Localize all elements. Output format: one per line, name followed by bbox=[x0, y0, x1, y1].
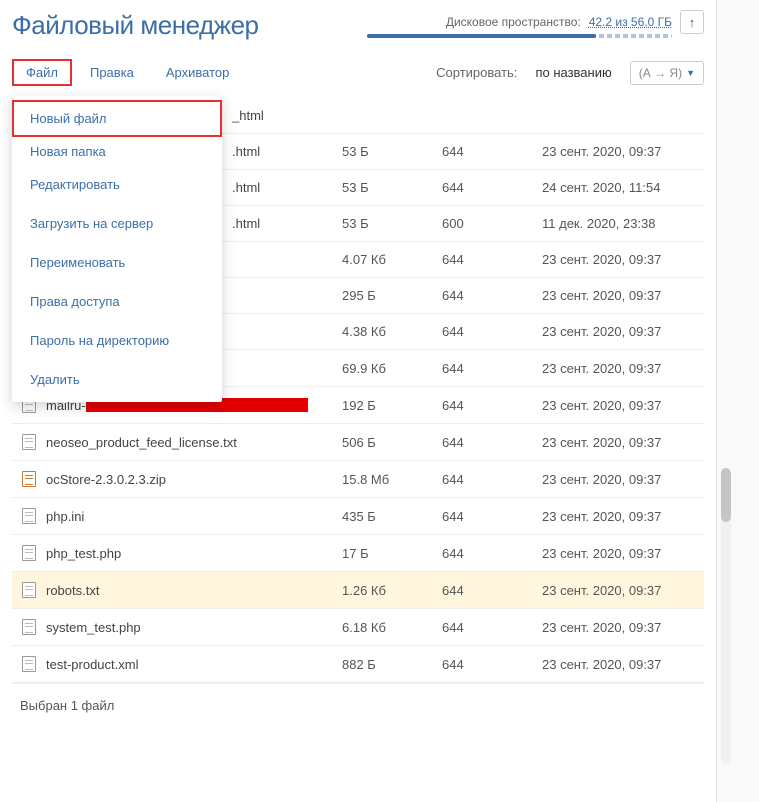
file-size: 53 Б bbox=[342, 216, 442, 231]
table-row[interactable]: test-product.xml882 Б64423 сент. 2020, 0… bbox=[12, 646, 704, 683]
file-permissions: 644 bbox=[442, 288, 542, 303]
menu-delete[interactable]: Удалить bbox=[12, 363, 222, 396]
file-date: 23 сент. 2020, 09:37 bbox=[542, 144, 704, 159]
file-size: 435 Б bbox=[342, 509, 442, 524]
file-name: ocStore-2.3.0.2.3.zip bbox=[46, 472, 342, 487]
file-icon bbox=[12, 508, 46, 524]
file-date: 23 сент. 2020, 09:37 bbox=[542, 657, 704, 672]
file-name: php_test.php bbox=[46, 546, 342, 561]
file-permissions: 644 bbox=[442, 620, 542, 635]
scrollbar-track[interactable] bbox=[721, 468, 731, 764]
disk-label: Дисковое пространство: bbox=[446, 15, 581, 29]
file-permissions: 644 bbox=[442, 252, 542, 267]
file-size: 882 Б bbox=[342, 657, 442, 672]
tab-file[interactable]: Файл bbox=[12, 59, 72, 86]
file-permissions: 600 bbox=[442, 216, 542, 231]
file-icon bbox=[12, 656, 46, 672]
file-size: 192 Б bbox=[342, 398, 442, 413]
sort-direction-select[interactable]: (А → Я) ▼ bbox=[630, 61, 704, 85]
table-row[interactable]: ocStore-2.3.0.2.3.zip15.8 Мб64423 сент. … bbox=[12, 461, 704, 498]
document-icon bbox=[22, 508, 36, 524]
file-name: robots.txt bbox=[46, 583, 342, 598]
file-icon bbox=[12, 582, 46, 598]
file-permissions: 644 bbox=[442, 361, 542, 376]
menu-rename[interactable]: Переименовать bbox=[12, 246, 222, 279]
file-permissions: 644 bbox=[442, 546, 542, 561]
menu-upload[interactable]: Загрузить на сервер bbox=[12, 207, 222, 240]
file-permissions: 644 bbox=[442, 509, 542, 524]
file-date: 23 сент. 2020, 09:37 bbox=[542, 288, 704, 303]
file-permissions: 644 bbox=[442, 144, 542, 159]
file-size: 295 Б bbox=[342, 288, 442, 303]
file-permissions: 644 bbox=[442, 435, 542, 450]
disk-progress-bar bbox=[367, 34, 672, 38]
file-date: 23 сент. 2020, 09:37 bbox=[542, 546, 704, 561]
tab-archiver[interactable]: Архиватор bbox=[152, 59, 244, 86]
file-size: 53 Б bbox=[342, 180, 442, 195]
file-size: 506 Б bbox=[342, 435, 442, 450]
scrollbar-thumb[interactable] bbox=[721, 468, 731, 522]
file-date: 23 сент. 2020, 09:37 bbox=[542, 583, 704, 598]
menu-edit[interactable]: Редактировать bbox=[12, 168, 222, 201]
file-size: 69.9 Кб bbox=[342, 361, 442, 376]
menu-new-folder[interactable]: Новая папка bbox=[12, 135, 222, 168]
file-permissions: 644 bbox=[442, 324, 542, 339]
sort-direction-label: (А → Я) bbox=[639, 66, 682, 80]
file-date: 23 сент. 2020, 09:37 bbox=[542, 435, 704, 450]
upload-button[interactable]: ↑ bbox=[680, 10, 704, 34]
document-icon bbox=[22, 619, 36, 635]
file-size: 1.26 Кб bbox=[342, 583, 442, 598]
table-row[interactable]: neoseo_product_feed_license.txt506 Б6442… bbox=[12, 424, 704, 461]
file-icon bbox=[12, 545, 46, 561]
file-name: php.ini bbox=[46, 509, 342, 524]
document-icon bbox=[22, 582, 36, 598]
file-date: 24 сент. 2020, 11:54 bbox=[542, 180, 704, 195]
file-date: 23 сент. 2020, 09:37 bbox=[542, 324, 704, 339]
file-permissions: 644 bbox=[442, 398, 542, 413]
tab-edit[interactable]: Правка bbox=[76, 59, 148, 86]
file-size: 4.07 Кб bbox=[342, 252, 442, 267]
file-size: 15.8 Мб bbox=[342, 472, 442, 487]
table-row[interactable]: system_test.php6.18 Кб64423 сент. 2020, … bbox=[12, 609, 704, 646]
table-row[interactable]: php_test.php17 Б64423 сент. 2020, 09:37 bbox=[12, 535, 704, 572]
table-row[interactable]: php.ini435 Б64423 сент. 2020, 09:37 bbox=[12, 498, 704, 535]
page-title: Файловый менеджер bbox=[12, 10, 259, 41]
menu-permissions[interactable]: Права доступа bbox=[12, 285, 222, 318]
file-size: 4.38 Кб bbox=[342, 324, 442, 339]
file-date: 23 сент. 2020, 09:37 bbox=[542, 252, 704, 267]
sort-label: Сортировать: bbox=[436, 65, 517, 80]
file-date: 23 сент. 2020, 09:37 bbox=[542, 620, 704, 635]
file-icon bbox=[12, 619, 46, 635]
menu-new-file[interactable]: Новый файл bbox=[12, 100, 222, 137]
file-size: 6.18 Кб bbox=[342, 620, 442, 635]
file-name: test-product.xml bbox=[46, 657, 342, 672]
disk-usage[interactable]: 42.2 из 56.0 ГБ bbox=[589, 15, 672, 29]
status-bar: Выбран 1 файл bbox=[12, 683, 704, 727]
table-row[interactable]: robots.txt1.26 Кб64423 сент. 2020, 09:37 bbox=[12, 572, 704, 609]
sort-field-select[interactable]: по названию bbox=[527, 61, 619, 84]
file-icon bbox=[12, 434, 46, 450]
chevron-down-icon: ▼ bbox=[686, 68, 695, 78]
file-permissions: 644 bbox=[442, 472, 542, 487]
file-date: 23 сент. 2020, 09:37 bbox=[542, 361, 704, 376]
document-icon bbox=[22, 656, 36, 672]
file-menu-dropdown: Новый файл Новая папка Редактировать Заг… bbox=[12, 96, 222, 402]
archive-icon bbox=[22, 471, 36, 487]
file-icon bbox=[12, 471, 46, 487]
file-permissions: 644 bbox=[442, 583, 542, 598]
file-permissions: 644 bbox=[442, 657, 542, 672]
file-date: 11 дек. 2020, 23:38 bbox=[542, 216, 704, 231]
file-size: 17 Б bbox=[342, 546, 442, 561]
menu-password-dir[interactable]: Пароль на директорию bbox=[12, 324, 222, 357]
file-name: system_test.php bbox=[46, 620, 342, 635]
file-date: 23 сент. 2020, 09:37 bbox=[542, 472, 704, 487]
document-icon bbox=[22, 434, 36, 450]
document-icon bbox=[22, 545, 36, 561]
file-date: 23 сент. 2020, 09:37 bbox=[542, 398, 704, 413]
file-name: neoseo_product_feed_license.txt bbox=[46, 435, 342, 450]
file-size: 53 Б bbox=[342, 144, 442, 159]
file-permissions: 644 bbox=[442, 180, 542, 195]
file-date: 23 сент. 2020, 09:37 bbox=[542, 509, 704, 524]
